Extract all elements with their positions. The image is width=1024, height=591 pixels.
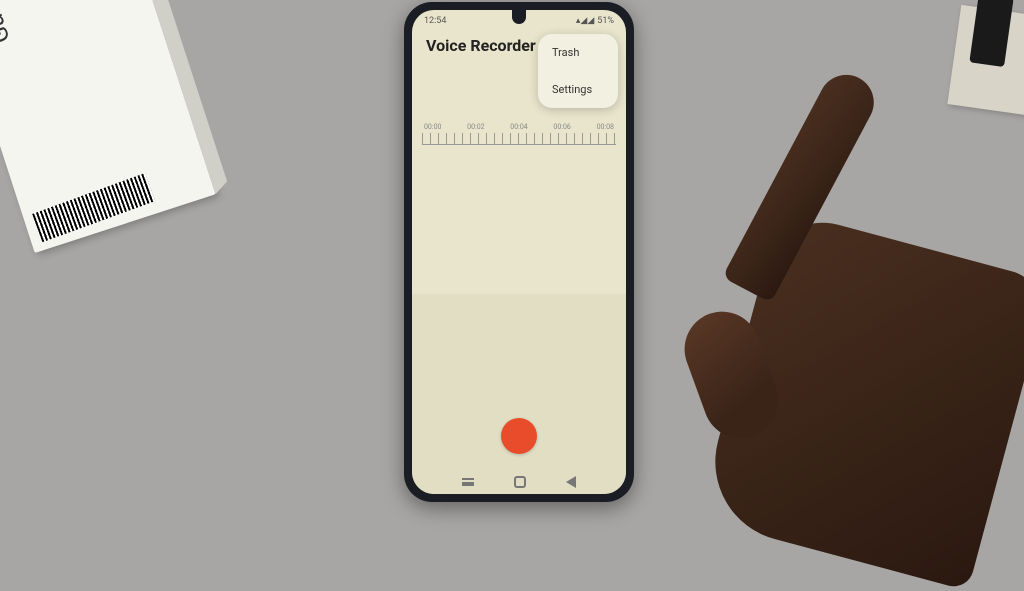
- menu-item-settings[interactable]: Settings: [538, 71, 618, 108]
- box-product-name: Galaxy A06: [0, 0, 16, 47]
- signal-icon: ▴◢◢: [576, 16, 594, 26]
- android-nav-bar: [412, 470, 626, 494]
- time-label: 00:02: [467, 123, 484, 131]
- record-button[interactable]: [501, 418, 537, 454]
- nav-back-icon[interactable]: [566, 476, 576, 488]
- app-title: Voice Recorder: [426, 36, 536, 55]
- timeline[interactable]: 00:00 00:02 00:04 00:06 00:08: [422, 123, 616, 153]
- battery-text: 51%: [597, 16, 614, 26]
- palm: [697, 209, 1024, 591]
- status-icons: ▴◢◢ 51%: [576, 16, 614, 26]
- time-label: 00:08: [597, 123, 614, 131]
- notch: [512, 10, 526, 24]
- time-label: 00:04: [510, 123, 527, 131]
- nav-home-icon[interactable]: [514, 476, 526, 488]
- status-time: 12:54: [424, 16, 446, 26]
- menu-item-trash[interactable]: Trash: [538, 34, 618, 71]
- timeline-ticks: [422, 133, 616, 145]
- time-label: 00:06: [553, 123, 570, 131]
- thumb: [674, 301, 789, 449]
- barcode-icon: [32, 173, 155, 242]
- box-side: [135, 0, 227, 194]
- timeline-area: 00:00 00:02 00:04 00:06 00:08: [412, 123, 626, 153]
- recorder-panel: [412, 294, 626, 494]
- overflow-menu: Trash Settings: [538, 34, 618, 108]
- nav-recents-icon[interactable]: [462, 478, 474, 486]
- time-label: 00:00: [424, 123, 441, 131]
- product-box: Galaxy A06: [0, 0, 216, 253]
- index-finger: [722, 65, 883, 303]
- phone-device: 12:54 ▴◢◢ 51% Voice Recorder Trash Setti…: [404, 2, 634, 502]
- phone-screen: 12:54 ▴◢◢ 51% Voice Recorder Trash Setti…: [412, 10, 626, 494]
- time-labels: 00:00 00:02 00:04 00:06 00:08: [422, 123, 616, 131]
